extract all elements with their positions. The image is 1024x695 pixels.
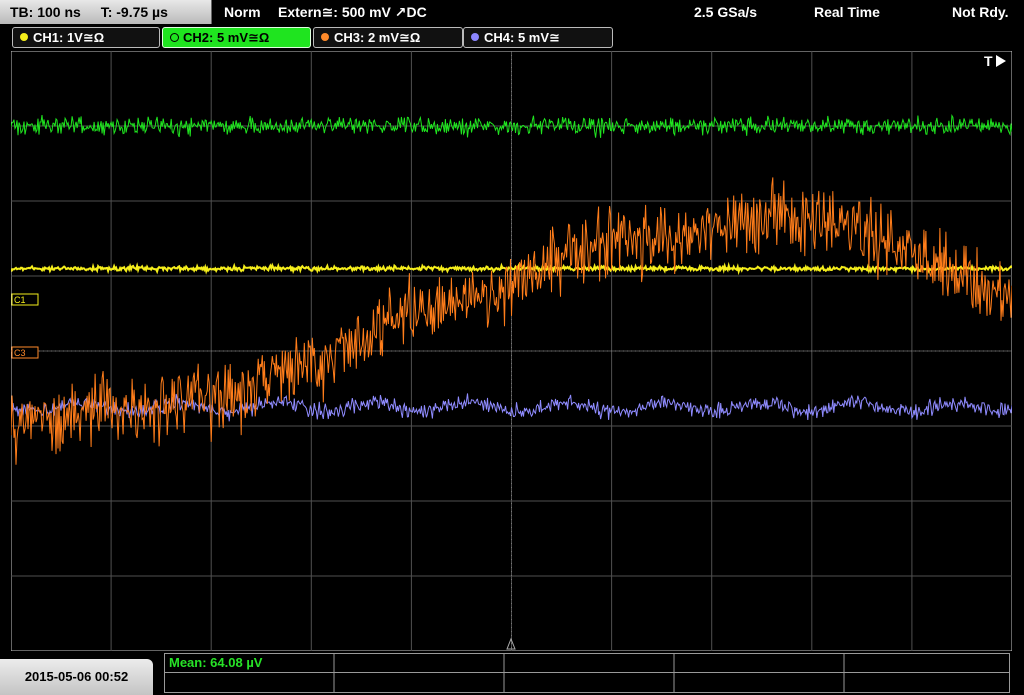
trigger-marker-label: T xyxy=(984,53,993,69)
channel-bar: CH1: 1V≅Ω CH2: 5 mV≅Ω CH3: 2 mV≅Ω CH4: 5… xyxy=(0,27,1024,48)
c3-offset-marker[interactable]: C3 xyxy=(11,346,39,359)
measurement-table[interactable] xyxy=(164,653,1010,693)
channel-4-button[interactable]: CH4: 5 mV≅ xyxy=(463,27,613,48)
channel-2-label: CH2: 5 mV≅Ω xyxy=(183,30,270,45)
timebase-box[interactable]: TB: 100 ns T: -9.75 µs xyxy=(0,0,212,24)
channel-2-color-dot-icon xyxy=(170,33,179,42)
trigger-time-value: T: -9.75 µs xyxy=(100,4,168,20)
waveform-display[interactable]: C1 C3 T xyxy=(11,51,1012,651)
c1-marker-label: C1 xyxy=(14,295,26,305)
timebase-value: TB: 100 ns xyxy=(10,4,81,20)
top-status-bar: TB: 100 ns T: -9.75 µs Norm Extern≅: 500… xyxy=(0,0,1024,24)
channel-3-color-dot-icon xyxy=(321,33,329,41)
channel-2-button[interactable]: CH2: 5 mV≅Ω xyxy=(162,27,311,48)
sample-rate: 2.5 GSa/s xyxy=(694,4,758,20)
c1-offset-marker[interactable]: C1 xyxy=(11,293,39,306)
c3-marker-label: C3 xyxy=(14,348,26,358)
channel-3-label: CH3: 2 mV≅Ω xyxy=(334,30,421,45)
channel-4-label: CH4: 5 mV≅ xyxy=(484,30,560,45)
mean-measurement: Mean: 64.08 µV xyxy=(169,655,263,670)
bottom-bar: 2015-05-06 00:52 Mean: 64.08 µV xyxy=(0,651,1024,695)
date-time: 2015-05-06 00:52 xyxy=(0,659,153,695)
channel-1-color-dot-icon xyxy=(20,33,28,41)
acquisition-mode[interactable]: Real Time xyxy=(814,0,880,24)
channel-4-color-dot-icon xyxy=(471,33,479,41)
channel-1-button[interactable]: CH1: 1V≅Ω xyxy=(12,27,160,48)
trigger-mode[interactable]: Norm xyxy=(224,0,261,24)
channel-1-label: CH1: 1V≅Ω xyxy=(33,30,105,45)
channel-3-button[interactable]: CH3: 2 mV≅Ω xyxy=(313,27,463,48)
acquisition-state: Not Rdy. xyxy=(952,4,1009,20)
trigger-source[interactable]: Extern≅: 500 mV ↗DC xyxy=(278,0,427,24)
